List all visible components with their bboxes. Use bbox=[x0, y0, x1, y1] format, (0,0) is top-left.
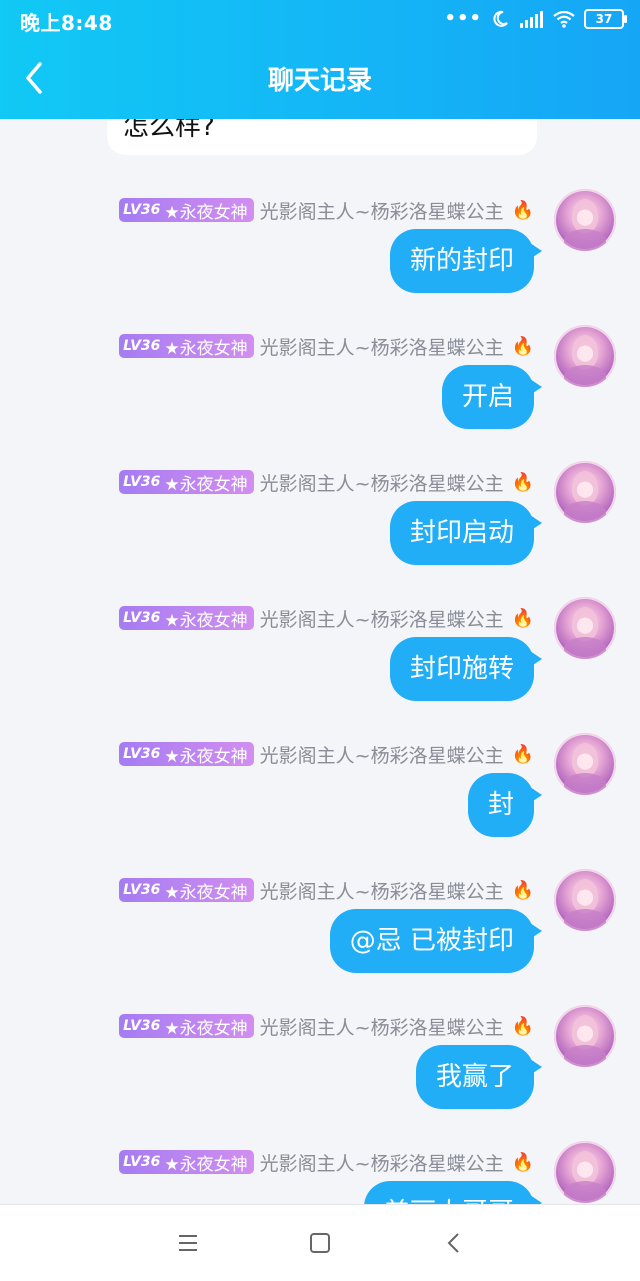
sender-info: LV36 ★永夜女神 光影阁主人~杨彩洛星蝶公主 🔥 bbox=[119, 333, 534, 359]
fire-icon: 🔥 bbox=[511, 471, 534, 493]
sender-nickname[interactable]: 光影阁主人~杨彩洛星蝶公主 bbox=[260, 333, 504, 360]
message-bubble[interactable]: 美丽大哥哥 bbox=[363, 1181, 543, 1204]
app-header: 晚上8:48 ••• 37 聊天记录 bbox=[0, 0, 640, 119]
fire-icon: 🔥 bbox=[511, 199, 534, 221]
level-badge: LV36 ★永夜女神 bbox=[119, 1014, 254, 1039]
chat-message: LV36 ★永夜女神 光影阁主人~杨彩洛星蝶公主 🔥 封印施转 bbox=[0, 589, 640, 725]
chat-message: LV36 ★永夜女神 光影阁主人~杨彩洛星蝶公主 🔥 @忌 已被封印 bbox=[0, 861, 640, 997]
title-text: ★永夜女神 bbox=[164, 338, 248, 359]
title-text: ★永夜女神 bbox=[164, 1018, 248, 1039]
square-icon bbox=[310, 1233, 330, 1253]
sender-info: LV36 ★永夜女神 光影阁主人~杨彩洛星蝶公主 🔥 bbox=[119, 1149, 534, 1175]
sender-nickname[interactable]: 光影阁主人~杨彩洛星蝶公主 bbox=[260, 741, 504, 768]
chat-message: LV36 ★永夜女神 光影阁主人~杨彩洛星蝶公主 🔥 开启 bbox=[0, 317, 640, 453]
menu-button[interactable] bbox=[168, 1227, 208, 1259]
level-badge: LV36 ★永夜女神 bbox=[119, 1150, 254, 1175]
more-dots-icon: ••• bbox=[444, 8, 482, 29]
sender-nickname[interactable]: 光影阁主人~杨彩洛星蝶公主 bbox=[260, 197, 504, 224]
wifi-icon bbox=[553, 10, 575, 28]
level-badge: LV36 ★永夜女神 bbox=[119, 198, 254, 223]
level-text: LV36 bbox=[123, 1018, 161, 1034]
page-title: 聊天记录 bbox=[267, 66, 372, 96]
level-badge: LV36 ★永夜女神 bbox=[119, 742, 254, 767]
level-text: LV36 bbox=[123, 338, 161, 354]
message-bubble[interactable]: 新的封印 bbox=[389, 229, 543, 293]
previous-message-bubble[interactable]: 怎么样? bbox=[107, 119, 537, 155]
sender-info: LV36 ★永夜女神 光影阁主人~杨彩洛星蝶公主 🔥 bbox=[119, 877, 534, 903]
system-navigation-bar bbox=[0, 1204, 640, 1281]
chat-message: LV36 ★永夜女神 光影阁主人~杨彩洛星蝶公主 🔥 封印启动 bbox=[0, 453, 640, 589]
sender-info: LV36 ★永夜女神 光影阁主人~杨彩洛星蝶公主 🔥 bbox=[119, 741, 534, 767]
sender-info: LV36 ★永夜女神 光影阁主人~杨彩洛星蝶公主 🔥 bbox=[119, 1013, 534, 1039]
fire-icon: 🔥 bbox=[511, 335, 534, 357]
fire-icon: 🔥 bbox=[511, 879, 534, 901]
avatar[interactable] bbox=[554, 733, 616, 795]
level-badge: LV36 ★永夜女神 bbox=[119, 606, 254, 631]
system-back-button[interactable] bbox=[434, 1227, 474, 1259]
sender-info: LV36 ★永夜女神 光影阁主人~杨彩洛星蝶公主 🔥 bbox=[119, 605, 534, 631]
level-text: LV36 bbox=[123, 474, 161, 490]
title-text: ★永夜女神 bbox=[164, 1154, 248, 1175]
avatar[interactable] bbox=[554, 597, 616, 659]
previous-message-text: 怎么样? bbox=[123, 119, 215, 142]
sender-info: LV36 ★永夜女神 光影阁主人~杨彩洛星蝶公主 🔥 bbox=[119, 469, 534, 495]
fire-icon: 🔥 bbox=[511, 1151, 534, 1173]
avatar[interactable] bbox=[554, 325, 616, 387]
sender-nickname[interactable]: 光影阁主人~杨彩洛星蝶公主 bbox=[260, 469, 504, 496]
message-bubble[interactable]: 封 bbox=[467, 773, 543, 837]
message-bubble[interactable]: 封印施转 bbox=[389, 637, 543, 701]
status-time: 晚上8:48 bbox=[20, 11, 113, 35]
chat-history[interactable]: 怎么样? LV36 ★永夜女神 光影阁主人~杨彩洛星蝶公主 🔥 新的封印 LV3… bbox=[0, 119, 640, 1204]
chat-message: LV36 ★永夜女神 光影阁主人~杨彩洛星蝶公主 🔥 我赢了 bbox=[0, 997, 640, 1133]
avatar[interactable] bbox=[554, 1005, 616, 1067]
avatar[interactable] bbox=[554, 189, 616, 251]
sender-nickname[interactable]: 光影阁主人~杨彩洛星蝶公主 bbox=[260, 1149, 504, 1176]
level-text: LV36 bbox=[123, 746, 161, 762]
level-text: LV36 bbox=[123, 882, 161, 898]
home-button[interactable] bbox=[300, 1227, 340, 1259]
battery-level: 37 bbox=[595, 11, 613, 26]
sender-nickname[interactable]: 光影阁主人~杨彩洛星蝶公主 bbox=[260, 1013, 504, 1040]
title-text: ★永夜女神 bbox=[164, 202, 248, 223]
chat-message: LV36 ★永夜女神 光影阁主人~杨彩洛星蝶公主 🔥 美丽大哥哥 bbox=[0, 1133, 640, 1204]
moon-icon bbox=[493, 10, 508, 27]
chat-message: LV36 ★永夜女神 光影阁主人~杨彩洛星蝶公主 🔥 新的封印 bbox=[0, 181, 640, 317]
battery-icon: 37 bbox=[584, 8, 627, 29]
level-text: LV36 bbox=[123, 610, 161, 626]
avatar[interactable] bbox=[554, 869, 616, 931]
level-text: LV36 bbox=[123, 202, 161, 218]
chevron-left-icon bbox=[447, 1233, 459, 1253]
message-bubble[interactable]: @忌 已被封印 bbox=[329, 909, 543, 973]
fire-icon: 🔥 bbox=[511, 607, 534, 629]
message-bubble[interactable]: 封印启动 bbox=[389, 501, 543, 565]
level-badge: LV36 ★永夜女神 bbox=[119, 470, 254, 495]
chat-message: LV36 ★永夜女神 光影阁主人~杨彩洛星蝶公主 🔥 封 bbox=[0, 725, 640, 861]
level-badge: LV36 ★永夜女神 bbox=[119, 878, 254, 903]
title-text: ★永夜女神 bbox=[164, 610, 248, 631]
message-bubble[interactable]: 开启 bbox=[441, 365, 543, 429]
menu-icon bbox=[179, 1235, 197, 1251]
fire-icon: 🔥 bbox=[511, 1015, 534, 1037]
status-icons: ••• 37 bbox=[444, 8, 627, 29]
title-text: ★永夜女神 bbox=[164, 882, 248, 903]
sender-nickname[interactable]: 光影阁主人~杨彩洛星蝶公主 bbox=[260, 877, 504, 904]
level-text: LV36 bbox=[123, 1154, 161, 1170]
sender-nickname[interactable]: 光影阁主人~杨彩洛星蝶公主 bbox=[260, 605, 504, 632]
avatar[interactable] bbox=[554, 461, 616, 523]
sender-info: LV36 ★永夜女神 光影阁主人~杨彩洛星蝶公主 🔥 bbox=[119, 197, 534, 223]
fire-icon: 🔥 bbox=[511, 743, 534, 765]
avatar[interactable] bbox=[554, 1141, 616, 1203]
level-badge: LV36 ★永夜女神 bbox=[119, 334, 254, 359]
title-text: ★永夜女神 bbox=[164, 474, 248, 495]
title-text: ★永夜女神 bbox=[164, 746, 248, 767]
status-bar: 晚上8:48 ••• 37 bbox=[0, 0, 640, 40]
signal-icon bbox=[520, 10, 543, 28]
message-bubble[interactable]: 我赢了 bbox=[415, 1045, 543, 1109]
